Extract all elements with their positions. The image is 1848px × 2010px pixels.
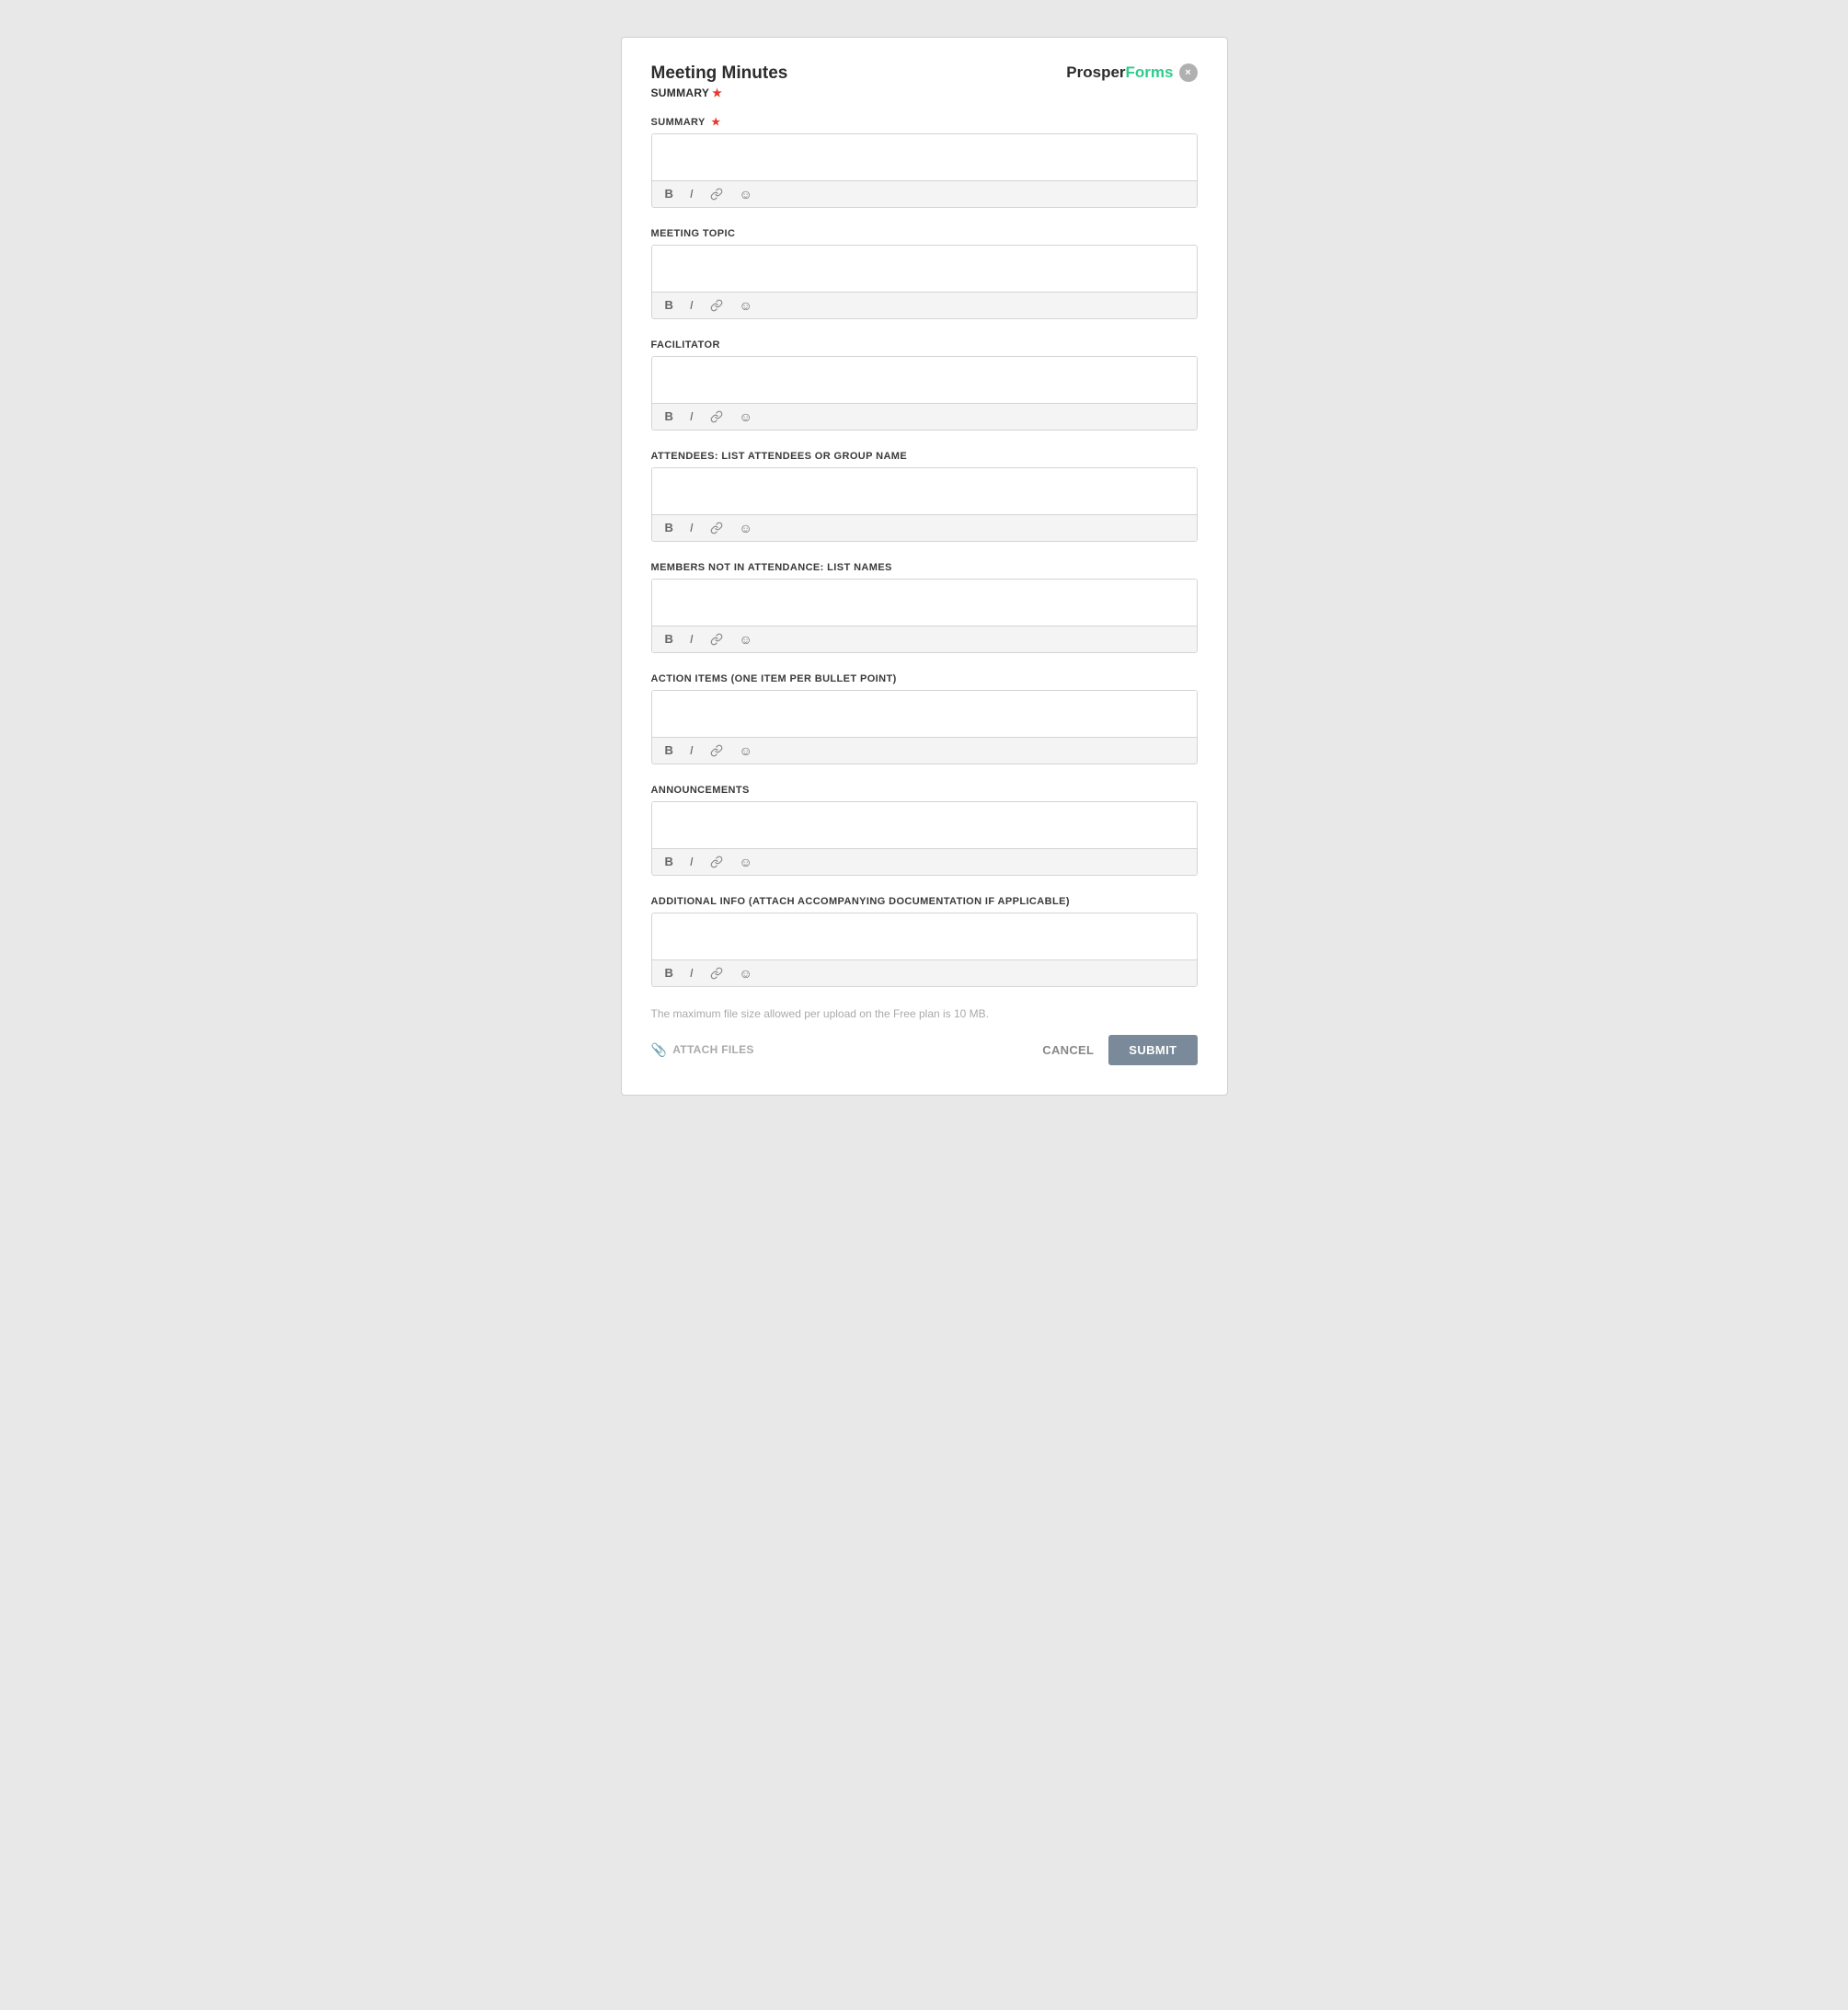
input-additional_info[interactable] (652, 913, 1197, 959)
emoji-button-summary[interactable]: ☺ (736, 186, 756, 202)
editor-members_not_attending: BI ☺ (651, 579, 1198, 653)
input-members_not_attending[interactable] (652, 580, 1197, 626)
field-group-attendees: ATTENDEES: LIST ATTENDEES OR GROUP NAME B… (651, 451, 1198, 542)
footer-section: The maximum file size allowed per upload… (651, 1007, 1198, 1065)
link-button-action_items[interactable] (706, 742, 727, 759)
toolbar-facilitator: BI ☺ (652, 403, 1197, 430)
bold-button-attendees[interactable]: B (661, 520, 677, 535)
emoji-button-members_not_attending[interactable]: ☺ (736, 631, 756, 648)
emoji-button-additional_info[interactable]: ☺ (736, 965, 756, 982)
emoji-button-meeting_topic[interactable]: ☺ (736, 297, 756, 314)
cancel-button[interactable]: CANCEL (1042, 1043, 1094, 1057)
bold-button-meeting_topic[interactable]: B (661, 297, 677, 313)
italic-button-additional_info[interactable]: I (686, 965, 697, 981)
link-button-announcements[interactable] (706, 854, 727, 870)
toolbar-announcements: BI ☺ (652, 848, 1197, 875)
logo-wrapper: ProsperForms × (1066, 63, 1197, 82)
link-button-meeting_topic[interactable] (706, 297, 727, 314)
field-group-additional_info: ADDITIONAL INFO (ATTACH ACCOMPANYING DOC… (651, 896, 1198, 987)
required-star: ★ (708, 117, 721, 128)
label-action_items: ACTION ITEMS (ONE ITEM PER BULLET POINT) (651, 673, 1198, 684)
field-group-meeting_topic: MEETING TOPIC BI ☺ (651, 228, 1198, 319)
form-header: Meeting Minutes SUMMARY★ ProsperForms × (651, 63, 1198, 99)
bold-button-members_not_attending[interactable]: B (661, 631, 677, 647)
toolbar-members_not_attending: BI ☺ (652, 626, 1197, 652)
input-meeting_topic[interactable] (652, 246, 1197, 292)
field-group-announcements: ANNOUNCEMENTS BI ☺ (651, 785, 1198, 876)
label-members_not_attending: MEMBERS NOT IN ATTENDANCE: LIST NAMES (651, 562, 1198, 573)
emoji-button-action_items[interactable]: ☺ (736, 742, 756, 759)
action-buttons: CANCEL SUBMIT (1042, 1035, 1197, 1065)
toolbar-summary: BI ☺ (652, 180, 1197, 207)
toolbar-meeting_topic: BI ☺ (652, 292, 1197, 318)
field-group-members_not_attending: MEMBERS NOT IN ATTENDANCE: LIST NAMES BI ☺ (651, 562, 1198, 653)
link-button-facilitator[interactable] (706, 408, 727, 425)
italic-button-facilitator[interactable]: I (686, 408, 697, 424)
form-subtitle: SUMMARY★ (651, 86, 788, 99)
file-size-note: The maximum file size allowed per upload… (651, 1007, 1198, 1020)
editor-facilitator: BI ☺ (651, 356, 1198, 431)
form-title: Meeting Minutes (651, 63, 788, 85)
toolbar-attendees: BI ☺ (652, 514, 1197, 541)
field-group-action_items: ACTION ITEMS (ONE ITEM PER BULLET POINT)… (651, 673, 1198, 764)
toolbar-action_items: BI ☺ (652, 737, 1197, 764)
link-button-additional_info[interactable] (706, 965, 727, 982)
link-button-summary[interactable] (706, 186, 727, 202)
italic-button-action_items[interactable]: I (686, 742, 697, 758)
toolbar-additional_info: BI ☺ (652, 959, 1197, 986)
emoji-button-attendees[interactable]: ☺ (736, 520, 756, 536)
label-additional_info: ADDITIONAL INFO (ATTACH ACCOMPANYING DOC… (651, 896, 1198, 907)
input-announcements[interactable] (652, 802, 1197, 848)
prosper-forms-logo: ProsperForms (1066, 63, 1173, 82)
bold-button-additional_info[interactable]: B (661, 965, 677, 981)
editor-additional_info: BI ☺ (651, 913, 1198, 987)
field-group-summary: SUMMARY ★ BI ☺ (651, 116, 1198, 208)
form-title-block: Meeting Minutes SUMMARY★ (651, 63, 788, 99)
editor-announcements: BI ☺ (651, 801, 1198, 876)
italic-button-attendees[interactable]: I (686, 520, 697, 535)
label-summary: SUMMARY ★ (651, 116, 1198, 128)
emoji-button-facilitator[interactable]: ☺ (736, 408, 756, 425)
italic-button-announcements[interactable]: I (686, 854, 697, 869)
form-container: Meeting Minutes SUMMARY★ ProsperForms × … (621, 37, 1228, 1096)
italic-button-members_not_attending[interactable]: I (686, 631, 697, 647)
attach-files-button[interactable]: 📎 ATTACH FILES (651, 1042, 754, 1058)
editor-summary: BI ☺ (651, 133, 1198, 208)
label-attendees: ATTENDEES: LIST ATTENDEES OR GROUP NAME (651, 451, 1198, 462)
paperclip-icon: 📎 (651, 1042, 668, 1058)
bold-button-summary[interactable]: B (661, 186, 677, 201)
editor-attendees: BI ☺ (651, 467, 1198, 542)
input-facilitator[interactable] (652, 357, 1197, 403)
required-indicator: ★ (712, 86, 722, 99)
editor-action_items: BI ☺ (651, 690, 1198, 764)
close-button[interactable]: × (1179, 63, 1198, 82)
label-meeting_topic: MEETING TOPIC (651, 228, 1198, 239)
input-attendees[interactable] (652, 468, 1197, 514)
input-summary[interactable] (652, 134, 1197, 180)
link-button-members_not_attending[interactable] (706, 631, 727, 648)
emoji-button-announcements[interactable]: ☺ (736, 854, 756, 870)
label-announcements: ANNOUNCEMENTS (651, 785, 1198, 796)
label-facilitator: FACILITATOR (651, 339, 1198, 350)
bold-button-facilitator[interactable]: B (661, 408, 677, 424)
editor-meeting_topic: BI ☺ (651, 245, 1198, 319)
submit-button[interactable]: SUBMIT (1108, 1035, 1197, 1065)
italic-button-meeting_topic[interactable]: I (686, 297, 697, 313)
bold-button-action_items[interactable]: B (661, 742, 677, 758)
link-button-attendees[interactable] (706, 520, 727, 536)
italic-button-summary[interactable]: I (686, 186, 697, 201)
field-group-facilitator: FACILITATOR BI ☺ (651, 339, 1198, 431)
bold-button-announcements[interactable]: B (661, 854, 677, 869)
fields-container: SUMMARY ★BI☺MEETING TOPICBI☺FACILITATORB… (651, 116, 1198, 987)
form-actions: 📎 ATTACH FILES CANCEL SUBMIT (651, 1035, 1198, 1065)
input-action_items[interactable] (652, 691, 1197, 737)
